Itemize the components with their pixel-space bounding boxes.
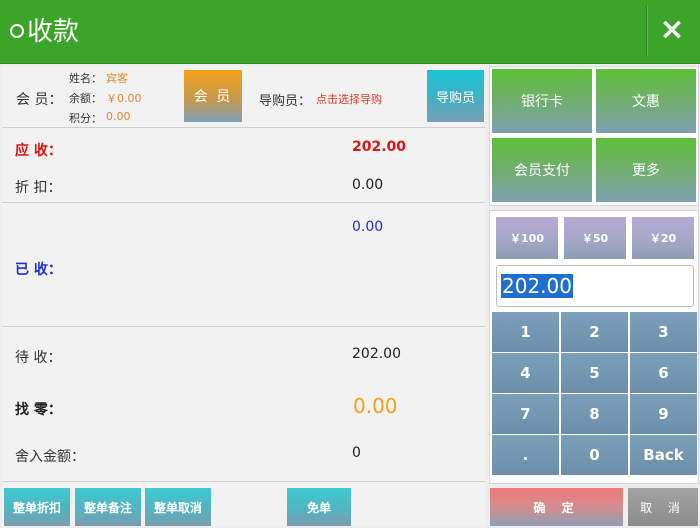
member-button[interactable]: 会 员 [184,70,242,122]
rounding-label: 舍入金额： [15,449,85,465]
header-divider [646,6,647,56]
guide-button[interactable]: 导购员 [427,70,484,122]
amount-input-value: 202.00 [501,274,573,298]
divider [2,481,485,482]
member-balance-value: ￥0.00 [106,92,142,105]
discount-label: 折 扣： [15,180,62,196]
receivable-label: 应 收： [15,143,62,159]
change-label: 找 零： [15,402,62,418]
key-1[interactable]: 1 [492,312,559,352]
dialog-title: 收款 [10,14,79,50]
member-name-label: 姓名： [69,72,102,85]
key-8[interactable]: 8 [561,394,628,434]
pending-value: 202.00 [352,346,401,362]
confirm-button[interactable]: 确 定 [490,488,623,526]
member-balance-label: 余额： [69,92,102,105]
rounding-value: 0 [352,445,361,461]
quick-amount-50-button[interactable]: ￥50 [564,217,626,259]
payment-methods-panel: 银行卡 文惠 会员支付 更多 [489,66,699,206]
key-0[interactable]: 0 [561,435,628,475]
member-label: 会 员： [16,92,63,108]
received-label: 已 收： [15,262,62,278]
wenhui-button[interactable]: 文惠 [596,69,696,133]
quick-amount-100-button[interactable]: ￥100 [496,217,558,259]
divider [2,326,485,327]
bank-card-button[interactable]: 银行卡 [492,69,592,133]
free-order-button[interactable]: 免单 [287,488,351,526]
payment-summary-panel: 会 员： 姓名： 宾客 余额： ￥0.00 积分： 0.00 会 员 导购员： … [2,66,485,526]
cancel-button[interactable]: 取 消 [628,488,698,526]
key-dot[interactable]: . [492,435,559,475]
divider [2,127,485,128]
circle-icon [10,24,24,38]
key-7[interactable]: 7 [492,394,559,434]
member-name-value: 宾客 [106,72,128,85]
guide-select-link[interactable]: 点击选择导购 [316,91,382,107]
quick-amount-20-button[interactable]: ￥20 [632,217,694,259]
dialog-header: 收款 × [0,0,700,64]
received-value: 0.00 [352,219,384,235]
keypad-panel: ￥100 ￥50 ￥20 202.00 1 2 3 4 5 6 7 8 9 . … [489,210,699,484]
discount-value: 0.00 [352,177,384,193]
order-cancel-button[interactable]: 整单取消 [145,488,211,526]
key-2[interactable]: 2 [561,312,628,352]
key-9[interactable]: 9 [630,394,697,434]
guide-label: 导购员： [259,94,312,109]
close-icon[interactable]: × [652,8,692,52]
key-6[interactable]: 6 [630,353,697,393]
member-points-value: 0.00 [106,110,131,123]
key-4[interactable]: 4 [492,353,559,393]
member-pay-button[interactable]: 会员支付 [492,138,592,202]
dialog-title-text: 收款 [27,17,80,47]
order-discount-button[interactable]: 整单折扣 [4,488,70,526]
order-note-button[interactable]: 整单备注 [75,488,141,526]
payment-dialog: 收款 × 会 员： 姓名： 宾客 余额： ￥0.00 积分： 0.00 会 员 … [0,0,700,528]
pending-label: 待 收： [15,350,62,366]
key-backspace[interactable]: Back [630,435,697,475]
more-button[interactable]: 更多 [596,138,696,202]
change-value: 0.00 [353,394,398,418]
member-points-label: 积分： [69,112,102,125]
key-3[interactable]: 3 [630,312,697,352]
key-5[interactable]: 5 [561,353,628,393]
receivable-value: 202.00 [352,139,407,155]
amount-input[interactable]: 202.00 [496,265,694,307]
divider [2,202,485,203]
